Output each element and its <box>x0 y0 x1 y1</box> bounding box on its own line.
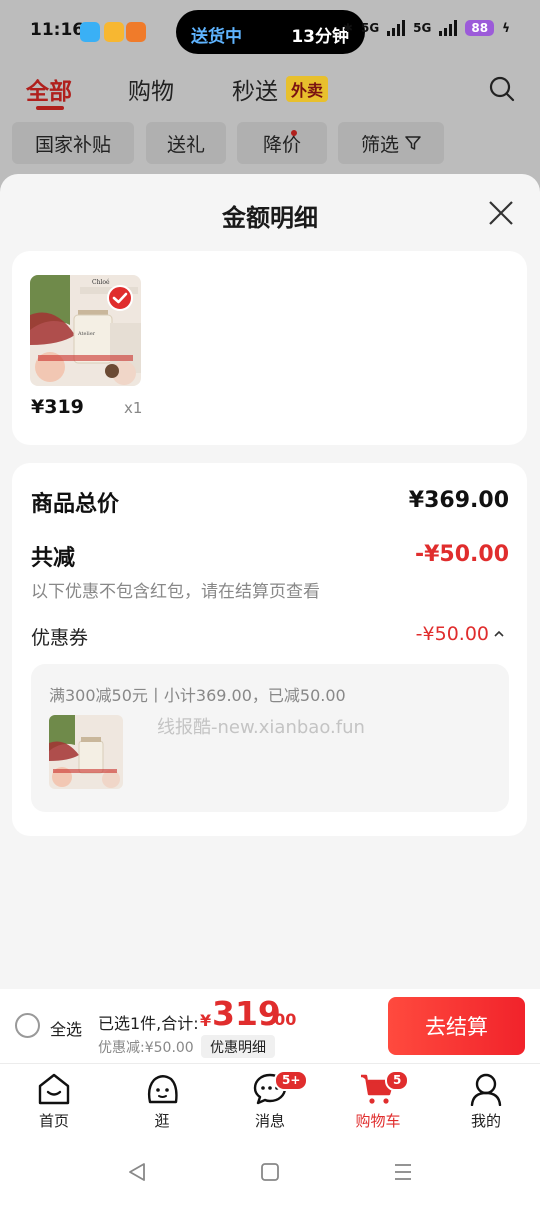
selected-check-icon[interactable] <box>107 285 133 311</box>
system-nav-bar <box>0 1143 540 1207</box>
discount-detail-button[interactable]: 优惠明细 <box>201 1035 275 1058</box>
status-indicators: ✱ 5G 5G 88 ϟ <box>343 20 510 36</box>
product-image[interactable]: Chloé Atelier <box>30 275 141 386</box>
discount-amount: 优惠减:¥50.00 <box>98 1040 194 1056</box>
product-quantity: x1 <box>124 399 143 417</box>
bluetooth-icon: ✱ <box>342 21 353 35</box>
filter-button[interactable]: 筛选 <box>338 122 444 164</box>
browse-icon <box>147 1075 178 1104</box>
nav-label: 逛 <box>154 1112 170 1130</box>
nav-cart[interactable]: 5 购物车 <box>338 1070 418 1131</box>
filter-gift[interactable]: 送礼 <box>146 122 226 164</box>
product-price: ¥319 <box>31 396 84 418</box>
takeout-badge: 外卖 <box>286 76 329 102</box>
reduction-note: 以下优惠不包含红包，请在结算页查看 <box>31 582 320 602</box>
coupon-product-image <box>49 715 123 789</box>
home-icon <box>38 1073 70 1105</box>
coupon-toggle[interactable]: -¥50.00 <box>416 623 505 645</box>
delivery-eta: 13分钟 <box>291 27 349 47</box>
price-summary-card: 商品总价 ¥369.00 共减 -¥50.00 以下优惠不包含红包，请在结算页查… <box>12 463 527 836</box>
coupon-description: 满300减50元丨小计369.00，已减50.00 <box>49 686 346 705</box>
filter-icon <box>405 136 421 150</box>
signal-icon-2 <box>439 20 458 36</box>
chevron-up-icon <box>494 630 504 637</box>
filter-national-subsidy[interactable]: 国家补贴 <box>12 122 134 164</box>
coupon-detail-box: 满300减50元丨小计369.00，已减50.00 线报酷-new.xianba… <box>31 664 509 812</box>
nav-profile[interactable]: 我的 <box>446 1072 526 1131</box>
checkout-bar: 全选 已选1件,合计: ¥ 319 .00 优惠减:¥50.00 优惠明细 去结… <box>0 989 540 1063</box>
tab-shopping[interactable]: 购物 <box>128 72 174 106</box>
app-notification-icon <box>80 22 100 42</box>
shop-notification-icon <box>126 22 146 42</box>
network-label-1: 5G <box>360 21 380 35</box>
selected-count: 已选1件,合计: <box>98 1014 199 1033</box>
top-tabs: 全部 购物 秒送 外卖 <box>0 68 540 114</box>
product-brand: Chloé <box>92 279 110 286</box>
total-decimal: .00 <box>268 1010 297 1029</box>
status-time: 11:16 <box>30 20 85 40</box>
live-activity-pill[interactable]: 送货中 13分钟 <box>176 10 365 54</box>
select-all-radio[interactable] <box>15 1013 40 1038</box>
close-icon <box>489 201 513 225</box>
recents-icon[interactable] <box>392 1161 414 1183</box>
delivery-status: 送货中 <box>191 27 242 47</box>
tab-instant-delivery[interactable]: 秒送 <box>232 72 278 106</box>
nav-messages[interactable]: 5+ 消息 <box>230 1070 310 1131</box>
total-price-value: ¥369.00 <box>408 488 509 513</box>
sheet-title: 金额明细 <box>222 204 318 232</box>
close-button[interactable] <box>484 196 518 230</box>
total-currency: ¥ <box>200 1011 212 1030</box>
svg-text:Atelier: Atelier <box>77 331 96 337</box>
messages-badge: 5+ <box>274 1070 309 1091</box>
filter-price-drop[interactable]: 降价 <box>237 122 327 164</box>
coupon-value: -¥50.00 <box>415 623 489 645</box>
filter-label: 筛选 <box>360 133 399 156</box>
reduction-label: 共减 <box>31 546 76 571</box>
watermark-text: 线报酷-new.xianbao.fun <box>157 717 365 738</box>
nav-browse[interactable]: 逛 <box>122 1072 202 1131</box>
product-card: Chloé Atelier ¥319 x1 <box>12 251 527 445</box>
signal-icon <box>387 20 406 36</box>
checkout-button[interactable]: 去结算 <box>388 997 525 1055</box>
tab-underline <box>36 106 64 110</box>
back-icon[interactable] <box>126 1161 148 1183</box>
nav-label: 我的 <box>470 1112 501 1130</box>
filter-label: 国家补贴 <box>34 133 111 156</box>
select-all-label[interactable]: 全选 <box>50 1016 82 1040</box>
search-icon[interactable] <box>489 76 515 106</box>
cart-badge: 5 <box>385 1070 410 1091</box>
filter-label: 送礼 <box>166 133 205 156</box>
nav-home[interactable]: 首页 <box>14 1072 94 1131</box>
filter-row: 国家补贴 送礼 降价 筛选 <box>0 122 540 166</box>
total-price-label: 商品总价 <box>31 492 120 517</box>
weibo-notification-icon <box>104 22 124 42</box>
new-dot <box>291 130 297 136</box>
reduction-value: -¥50.00 <box>414 542 509 567</box>
coupon-label: 优惠券 <box>31 627 89 649</box>
status-bar: 11:16 送货中 13分钟 ✱ 5G 5G 88 ϟ <box>0 0 540 64</box>
home-button-icon[interactable] <box>259 1161 281 1183</box>
profile-icon <box>470 1073 502 1106</box>
charging-icon: ϟ <box>502 21 510 35</box>
battery-icon: 88 <box>465 20 495 36</box>
nav-label: 首页 <box>38 1112 69 1130</box>
bottom-nav: 首页 逛 5+ 消息 5 购物车 我的 <box>0 1063 540 1143</box>
network-label-2: 5G <box>413 21 432 35</box>
nav-label: 消息 <box>254 1112 285 1130</box>
nav-label: 购物车 <box>355 1112 401 1130</box>
tab-all[interactable]: 全部 <box>26 72 72 106</box>
